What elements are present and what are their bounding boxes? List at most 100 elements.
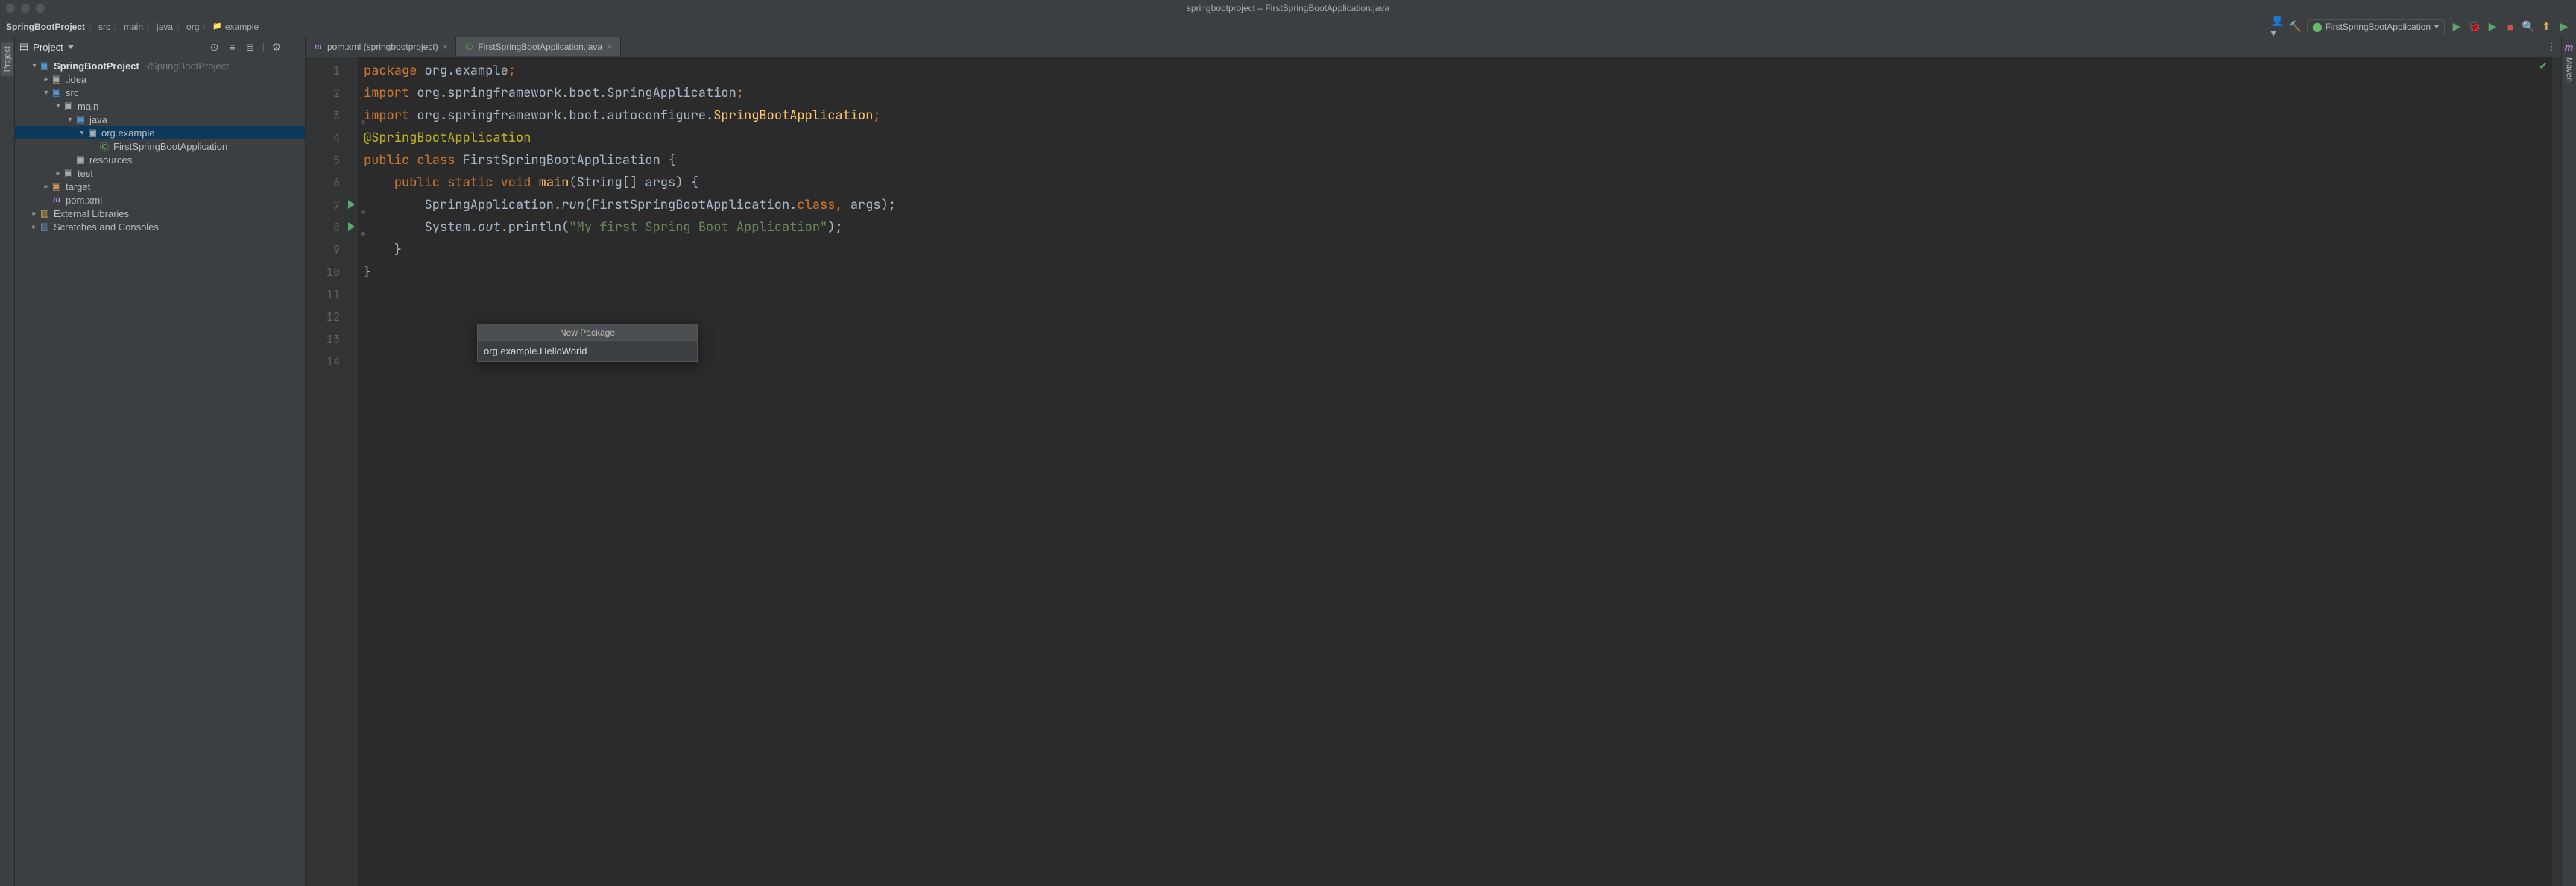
build-icon[interactable]: 🔨 xyxy=(2289,21,2301,33)
line-number[interactable]: 9 xyxy=(306,239,358,261)
line-number[interactable]: 10 xyxy=(306,261,358,283)
line-number[interactable]: 1 xyxy=(306,60,358,82)
tree-row[interactable]: ▣resources xyxy=(15,153,305,166)
zoom-window-button[interactable] xyxy=(36,4,45,13)
code-line[interactable]: package org.example; xyxy=(364,60,2552,82)
tree-row[interactable]: ▾▣src xyxy=(15,86,305,99)
title-bar: springbootproject – FirstSpringBootAppli… xyxy=(0,0,2576,16)
tree-toggle-icon[interactable]: ▸ xyxy=(42,75,51,84)
tree-toggle-icon[interactable]: ▸ xyxy=(30,223,39,231)
code-line[interactable]: public class FirstSpringBootApplication … xyxy=(364,149,2552,172)
tree-row[interactable]: ▾▣org.example xyxy=(15,126,305,139)
tree-toggle-icon[interactable]: ▾ xyxy=(30,62,39,70)
tree-row[interactable]: ▸▥Scratches and Consoles xyxy=(15,220,305,233)
project-view-icon: ▤ xyxy=(19,41,28,53)
code-line[interactable]: } xyxy=(364,239,2552,261)
tree-row[interactable]: ▾▣main xyxy=(15,99,305,113)
tree-row[interactable]: ▾▣SpringBootProject~/SpringBootProject xyxy=(15,59,305,72)
folder-orange-icon: ▣ xyxy=(51,180,63,192)
locate-icon[interactable]: ⊙ xyxy=(209,41,221,53)
editor-tabs: mpom.xml (springbootproject)×ⒸFirstSprin… xyxy=(306,37,2561,57)
code-line[interactable]: import org.springframework.boot.autoconf… xyxy=(364,104,2552,127)
tree-hint: ~/SpringBootProject xyxy=(142,60,229,72)
tree-toggle-icon[interactable]: ▸ xyxy=(54,169,63,177)
ide-update-icon[interactable]: ⬆ xyxy=(2540,21,2552,33)
close-tab-icon[interactable]: × xyxy=(443,41,449,52)
tree-toggle-icon[interactable]: ▾ xyxy=(54,102,63,110)
line-number[interactable]: 2 xyxy=(306,82,358,104)
gear-icon[interactable]: ⚙ xyxy=(271,41,282,53)
tree-toggle-icon[interactable]: ▾ xyxy=(78,129,86,137)
run-coverage-icon[interactable]: ▶ xyxy=(2487,21,2498,33)
maven-icon: m xyxy=(313,42,323,51)
code-line[interactable]: SpringApplication.run(FirstSpringBootApp… xyxy=(364,194,2552,216)
folder-blue-icon: ▣ xyxy=(39,60,51,72)
search-icon[interactable]: 🔍 xyxy=(2522,21,2534,33)
breadcrumb-item[interactable]: java xyxy=(157,22,173,32)
code-line[interactable]: @SpringBootApplication xyxy=(364,127,2552,149)
breadcrumb-label: org xyxy=(186,22,199,32)
code-line[interactable]: System.out.println("My first Spring Boot… xyxy=(364,216,2552,239)
close-window-button[interactable] xyxy=(6,4,15,13)
line-number[interactable]: 14 xyxy=(306,351,358,373)
run-icon[interactable]: ▶ xyxy=(2451,21,2463,33)
tree-row[interactable]: ▾▣java xyxy=(15,113,305,126)
run-anything-icon[interactable]: ▶ xyxy=(2558,21,2570,33)
breadcrumb-item[interactable]: src xyxy=(98,22,110,32)
run-config-icon: ⬤ xyxy=(2312,22,2322,32)
folder-icon: ▣ xyxy=(51,73,63,85)
run-config-selector[interactable]: ⬤ FirstSpringBootApplication xyxy=(2307,19,2445,34)
tree-row[interactable]: mpom.xml xyxy=(15,193,305,207)
line-number[interactable]: 5 xyxy=(306,149,358,172)
breadcrumb-item[interactable]: org xyxy=(186,22,199,32)
tree-toggle-icon[interactable]: ▾ xyxy=(42,89,51,97)
debug-icon[interactable]: 🐞 xyxy=(2469,21,2481,33)
breadcrumb-separator: 〉 xyxy=(88,21,95,32)
line-number[interactable]: 7⊖ xyxy=(306,194,358,216)
tree-label: .idea xyxy=(66,74,86,85)
run-gutter-icon[interactable] xyxy=(348,200,355,209)
right-tab-maven[interactable]: Maven xyxy=(2563,53,2575,87)
line-number[interactable]: 8⊖ xyxy=(306,216,358,239)
hide-icon[interactable]: — xyxy=(288,41,300,53)
project-view-title[interactable]: Project xyxy=(33,42,63,53)
stop-icon[interactable]: ■ xyxy=(2504,21,2516,33)
tree-toggle-icon[interactable]: ▸ xyxy=(42,183,51,191)
tree-row[interactable]: ⒸFirstSpringBootApplication xyxy=(15,139,305,153)
editor-tab[interactable]: ⒸFirstSpringBootApplication.java× xyxy=(456,37,620,56)
tree-toggle-icon[interactable]: ▾ xyxy=(66,116,75,124)
breadcrumb-item[interactable]: 📁example xyxy=(212,22,259,32)
tree-label: java xyxy=(89,114,107,125)
new-package-input[interactable] xyxy=(478,341,697,361)
editor-code[interactable]: package org.example;import org.springfra… xyxy=(358,57,2552,886)
code-line[interactable]: import org.springframework.boot.SpringAp… xyxy=(364,82,2552,104)
code-line[interactable]: } xyxy=(364,261,2552,283)
line-number[interactable]: 6 xyxy=(306,172,358,194)
tree-row[interactable]: ▸▣test xyxy=(15,166,305,180)
line-number[interactable]: 3⊖ xyxy=(306,104,358,127)
expand-all-icon[interactable]: ≡ xyxy=(227,41,239,53)
breadcrumb-item[interactable]: main xyxy=(124,22,143,32)
code-line[interactable]: public static void main(String[] args) { xyxy=(364,172,2552,194)
tree-label: target xyxy=(66,181,90,192)
minimize-window-button[interactable] xyxy=(21,4,30,13)
editor-tab[interactable]: mpom.xml (springbootproject)× xyxy=(306,37,456,56)
tree-row[interactable]: ▸▣.idea xyxy=(15,72,305,86)
run-gutter-icon[interactable] xyxy=(348,222,355,231)
line-number[interactable]: 12 xyxy=(306,306,358,328)
breadcrumb-item[interactable]: SpringBootProject xyxy=(6,22,85,32)
editor-gutter[interactable]: 123⊖4567⊖8⊖91011121314 xyxy=(306,57,358,886)
user-menu-icon[interactable]: 👤▾ xyxy=(2271,21,2283,33)
tree-row[interactable]: ▸▥External Libraries xyxy=(15,207,305,220)
tree-toggle-icon[interactable]: ▸ xyxy=(30,210,39,218)
line-number[interactable]: 11 xyxy=(306,283,358,306)
tab-list-icon[interactable]: ⋮ xyxy=(2547,41,2557,53)
line-number[interactable]: 13 xyxy=(306,328,358,351)
project-tree[interactable]: ▾▣SpringBootProject~/SpringBootProject▸▣… xyxy=(15,57,305,886)
close-tab-icon[interactable]: × xyxy=(607,41,613,52)
left-tab-project[interactable]: Project xyxy=(1,42,13,76)
collapse-all-icon[interactable]: ≣ xyxy=(244,41,256,53)
tree-row[interactable]: ▸▣target xyxy=(15,180,305,193)
chevron-down-icon[interactable] xyxy=(68,45,74,49)
line-number[interactable]: 4 xyxy=(306,127,358,149)
